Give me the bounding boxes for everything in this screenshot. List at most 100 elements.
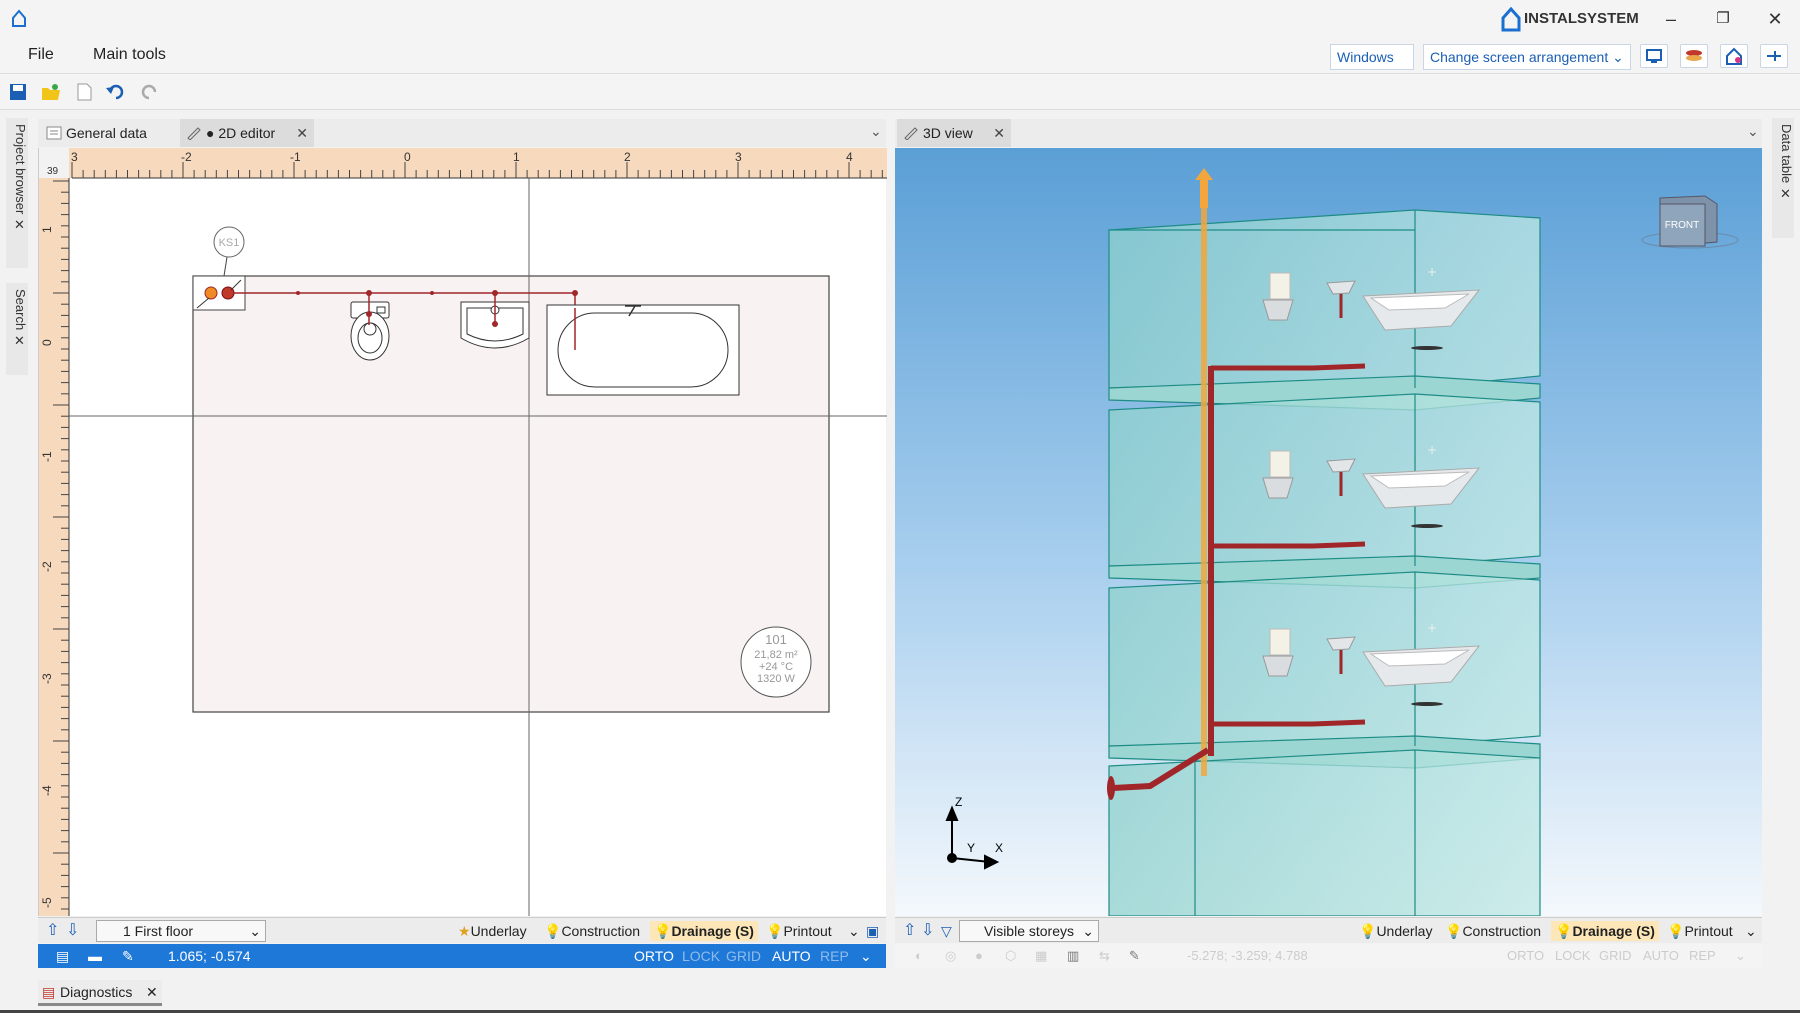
close-icon[interactable]: ✕ [993,119,1005,147]
menu-main-tools[interactable]: Main tools [93,46,166,64]
layer-printout[interactable]: 💡Printout [762,921,836,941]
view3d-layer-bar: ⇧ ⇩ ▽ Visible storeys ⌄ 💡Underlay 💡Const… [895,917,1762,943]
svg-text:+: + [1427,621,1437,635]
pencil-icon[interactable]: ✎ [1129,944,1140,968]
status-chevron-icon[interactable]: ⌄ [1735,944,1746,968]
pencil-icon [187,127,201,140]
edit-icon[interactable]: ▤ [56,944,69,968]
mode-grid[interactable]: GRID [726,944,761,968]
floor-select[interactable]: 1 First floor ⌄ [96,920,266,942]
save-icon[interactable] [8,82,28,102]
pencil-icon[interactable]: ✎ [122,944,134,968]
arrangement-dropdown[interactable]: Change screen arrangement ⌄ [1423,44,1631,70]
mode-orto[interactable]: ORTO [1507,944,1544,968]
windows-dropdown[interactable]: Windows ⌄ [1330,44,1414,89]
search-label: Search [13,289,28,331]
ruler-top-label: 4 [846,150,853,164]
project-browser-label: Project browser [13,124,28,215]
open-folder-icon[interactable] [40,82,62,102]
tab-2d-editor[interactable]: ● 2D editor ✕ [180,119,314,147]
layers-icon[interactable] [1680,44,1708,68]
new-file-icon[interactable] [75,82,93,102]
layer-drainage[interactable]: 💡Drainage (S) [1551,921,1659,941]
mode-rep[interactable]: REP [820,944,849,968]
document-icon [46,126,62,140]
measure-icon[interactable]: ⇆ [1099,944,1110,968]
building-3d-model[interactable]: + + + Z Y X FRONT [895,148,1762,916]
mode-lock[interactable]: LOCK [1555,944,1590,968]
eye-icon[interactable]: ◎ [945,944,956,968]
room-power: 1320 W [757,673,796,685]
view-cube-label: FRONT [1665,220,1699,231]
editor2d-drawing[interactable]: 39 3 -2 -1 0 1 2 3 4 1 0 -1 -2 -3 -4 -5 … [39,148,887,916]
storey-down-icon[interactable]: ⇩ [62,921,83,941]
layer-underlay-label: Underlay [470,923,527,939]
export-icon[interactable]: ▥ [1067,944,1079,968]
screen-icon[interactable] [1640,44,1668,68]
tab-menu-chevron-icon[interactable]: ⌄ [1747,123,1759,140]
app-title: INSTALSYSTEM [1524,10,1639,27]
storey-down-icon[interactable]: ⇩ [917,921,938,941]
storey-up-icon[interactable]: ⇧ [42,921,63,941]
light-icon[interactable]: ● [975,944,983,968]
editor2d-canvas-area: 39 3 -2 -1 0 1 2 3 4 1 0 -1 -2 -3 -4 -5 … [38,148,887,916]
layer-underlay[interactable]: ★Underlay [454,921,531,941]
minimize-button[interactable]: – [1654,6,1688,32]
home-info-icon[interactable] [1720,44,1748,68]
search-tab[interactable]: Search ✕ [6,283,28,375]
menu-bar: File Main tools Windows ⌄ Change screen … [0,38,1800,89]
restore-button[interactable]: ❐ [1706,6,1740,32]
redo-icon[interactable] [138,82,160,102]
layer-menu-chevron-icon[interactable]: ⌄ [1741,921,1761,941]
star-icon: ★ [458,923,471,939]
measure-icon[interactable]: ▬ [88,944,102,968]
mode-grid[interactable]: GRID [1599,944,1632,968]
layer-settings-icon[interactable]: ▣ [862,921,883,941]
close-button[interactable]: ✕ [1758,6,1792,32]
menu-file[interactable]: File [28,46,54,64]
undo-icon[interactable] [105,82,127,102]
mode-rep[interactable]: REP [1689,944,1716,968]
bulb-icon: 💡 [544,923,562,939]
ruler-left-label: 1 [40,226,54,233]
project-browser-tab[interactable]: Project browser ✕ [6,118,28,268]
toilet-symbol[interactable] [350,293,390,361]
ruler-top-label: -2 [181,150,192,164]
close-icon[interactable]: ✕ [296,119,308,147]
close-icon[interactable]: ✕ [146,980,158,1004]
tab-general-data[interactable]: General data [40,119,174,147]
bathtub-symbol[interactable] [546,304,740,396]
layer-underlay[interactable]: 💡Underlay [1355,921,1436,941]
layer-construction[interactable]: 💡Construction [540,921,644,941]
layer-drainage[interactable]: 💡Drainage (S) [650,921,758,941]
ruler-top-label: 2 [624,150,631,164]
layer-printout[interactable]: 💡Printout [1663,921,1737,941]
diagnostics-tab[interactable]: ▤ Diagnostics ✕ [38,980,162,1006]
mode-auto[interactable]: AUTO [772,944,811,968]
view3d-viewport[interactable]: + + + Z Y X FRONT [895,148,1762,916]
status-chevron-icon[interactable]: ⌄ [860,944,872,968]
tab-3d-view[interactable]: 3D view ✕ [897,119,1011,147]
svg-text:+: + [1427,443,1437,457]
filter-icon[interactable]: ▽ [937,921,956,941]
layers-stack-icon[interactable]: ▦ [1035,944,1047,968]
layer-menu-chevron-icon[interactable]: ⌄ [844,921,864,941]
view-cube[interactable]: FRONT [1641,195,1739,249]
visible-storeys-select[interactable]: Visible storeys ⌄ [959,920,1099,942]
layer-construction-label: Construction [561,923,641,939]
chevron-down-icon: ⌄ [1612,49,1624,65]
bulb-icon: 💡 [1445,923,1463,939]
pin-icon[interactable] [1760,44,1788,68]
room-label[interactable]: 101 21,82 m² +24 °C 1320 W [740,626,812,698]
mode-auto[interactable]: AUTO [1643,944,1679,968]
axis-y-label: Y [967,841,975,855]
bulb-icon: 💡 [654,923,672,939]
mode-orto[interactable]: ORTO [634,944,674,968]
shape-icon[interactable]: ⬡ [1005,944,1016,968]
layer-construction[interactable]: 💡Construction [1441,921,1545,941]
data-table-tab[interactable]: Data table ✕ [1772,118,1794,238]
editor2d-status-bar: ▤ ▬ ✎ 1.065; -0.574 ORTO LOCK GRID AUTO … [38,944,886,968]
mode-lock[interactable]: LOCK [682,944,720,968]
orbit-icon[interactable]: ◐ [915,944,923,968]
tab-menu-chevron-icon[interactable]: ⌄ [870,123,882,140]
